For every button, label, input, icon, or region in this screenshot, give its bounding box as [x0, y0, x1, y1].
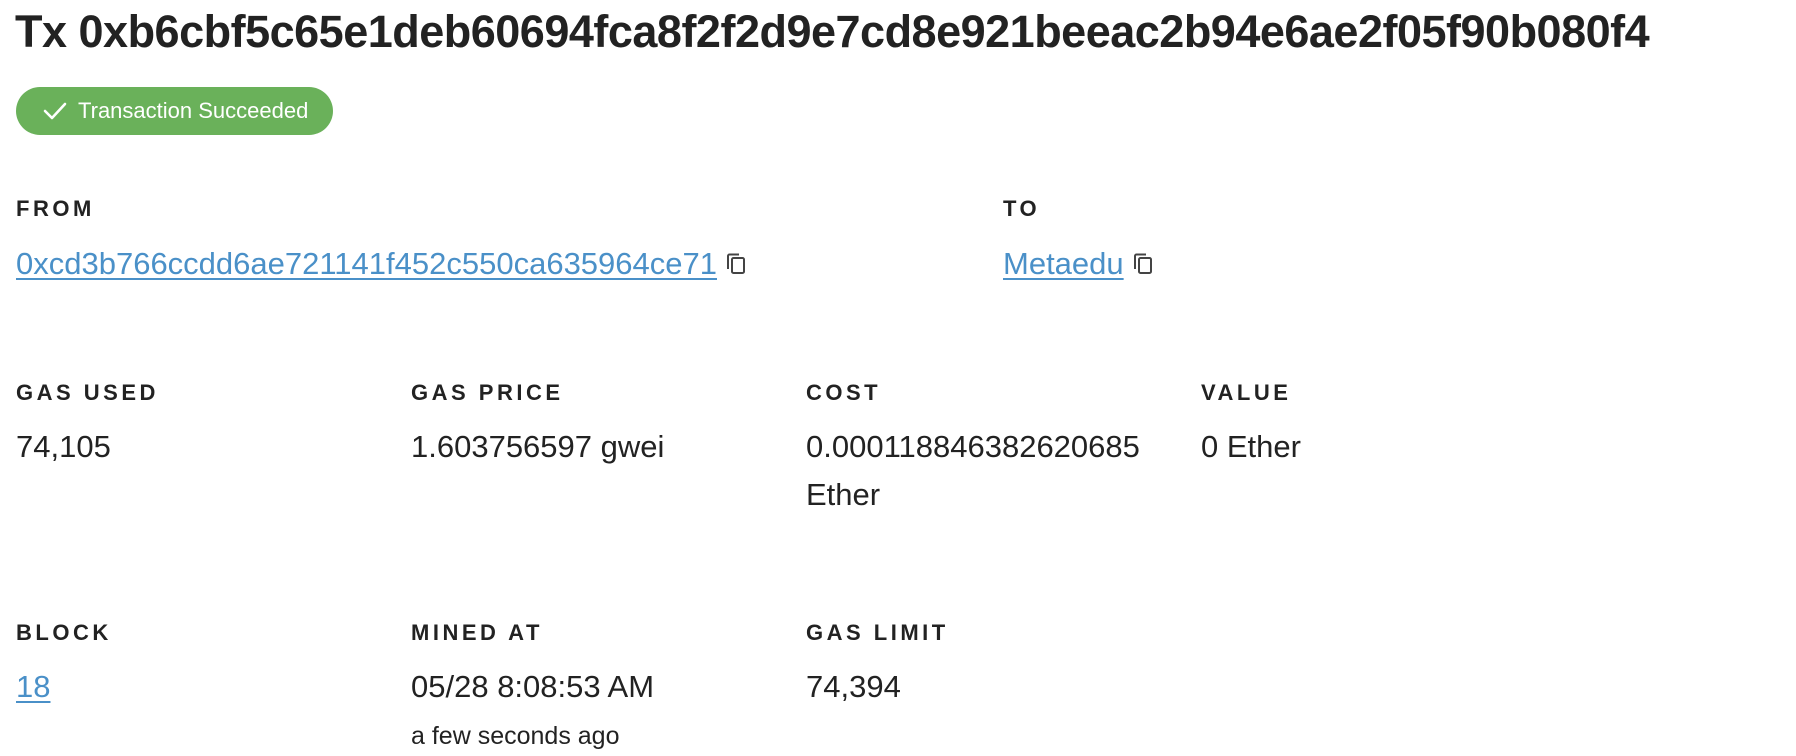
check-icon — [43, 102, 67, 120]
gas-price-value: 1.603756597 gwei — [411, 429, 665, 464]
gas-limit-label: GAS LIMIT — [806, 620, 949, 645]
block-link[interactable]: 18 — [16, 669, 50, 704]
copy-icon[interactable] — [1132, 252, 1154, 276]
cost-value: 0.000118846382620685 Ether — [806, 429, 1140, 512]
page-title: Tx 0xb6cbf5c65e1deb60694fca8f2f2d9e7cd8e… — [15, 6, 1650, 57]
gas-price-label: GAS PRICE — [411, 380, 564, 405]
from-address-link[interactable]: 0xcd3b766ccdd6ae721141f452c550ca635964ce… — [16, 246, 717, 281]
status-badge: Transaction Succeeded — [16, 87, 334, 135]
value-label: VALUE — [1201, 380, 1292, 405]
gas-used-label: GAS USED — [16, 380, 159, 405]
mined-at-relative: a few seconds ago — [411, 722, 620, 750]
cost-label: COST — [806, 380, 882, 405]
to-field: Metaedu — [1003, 240, 1154, 288]
from-field: 0xcd3b766ccdd6ae721141f452c550ca635964ce… — [16, 240, 747, 288]
mined-at-label: MINED AT — [411, 620, 543, 645]
from-label: FROM — [16, 196, 95, 221]
block-value: 18 — [16, 663, 50, 711]
to-label: TO — [1003, 196, 1041, 221]
value-amount: 0 Ether — [1201, 429, 1301, 464]
to-address-link[interactable]: Metaedu — [1003, 246, 1124, 281]
gas-used-value: 74,105 — [16, 429, 111, 464]
block-label: BLOCK — [16, 620, 112, 645]
copy-icon[interactable] — [725, 252, 747, 276]
status-label: Transaction Succeeded — [78, 98, 309, 123]
mined-at-value: 05/28 8:08:53 AM — [411, 669, 655, 704]
gas-limit-value: 74,394 — [806, 669, 901, 704]
